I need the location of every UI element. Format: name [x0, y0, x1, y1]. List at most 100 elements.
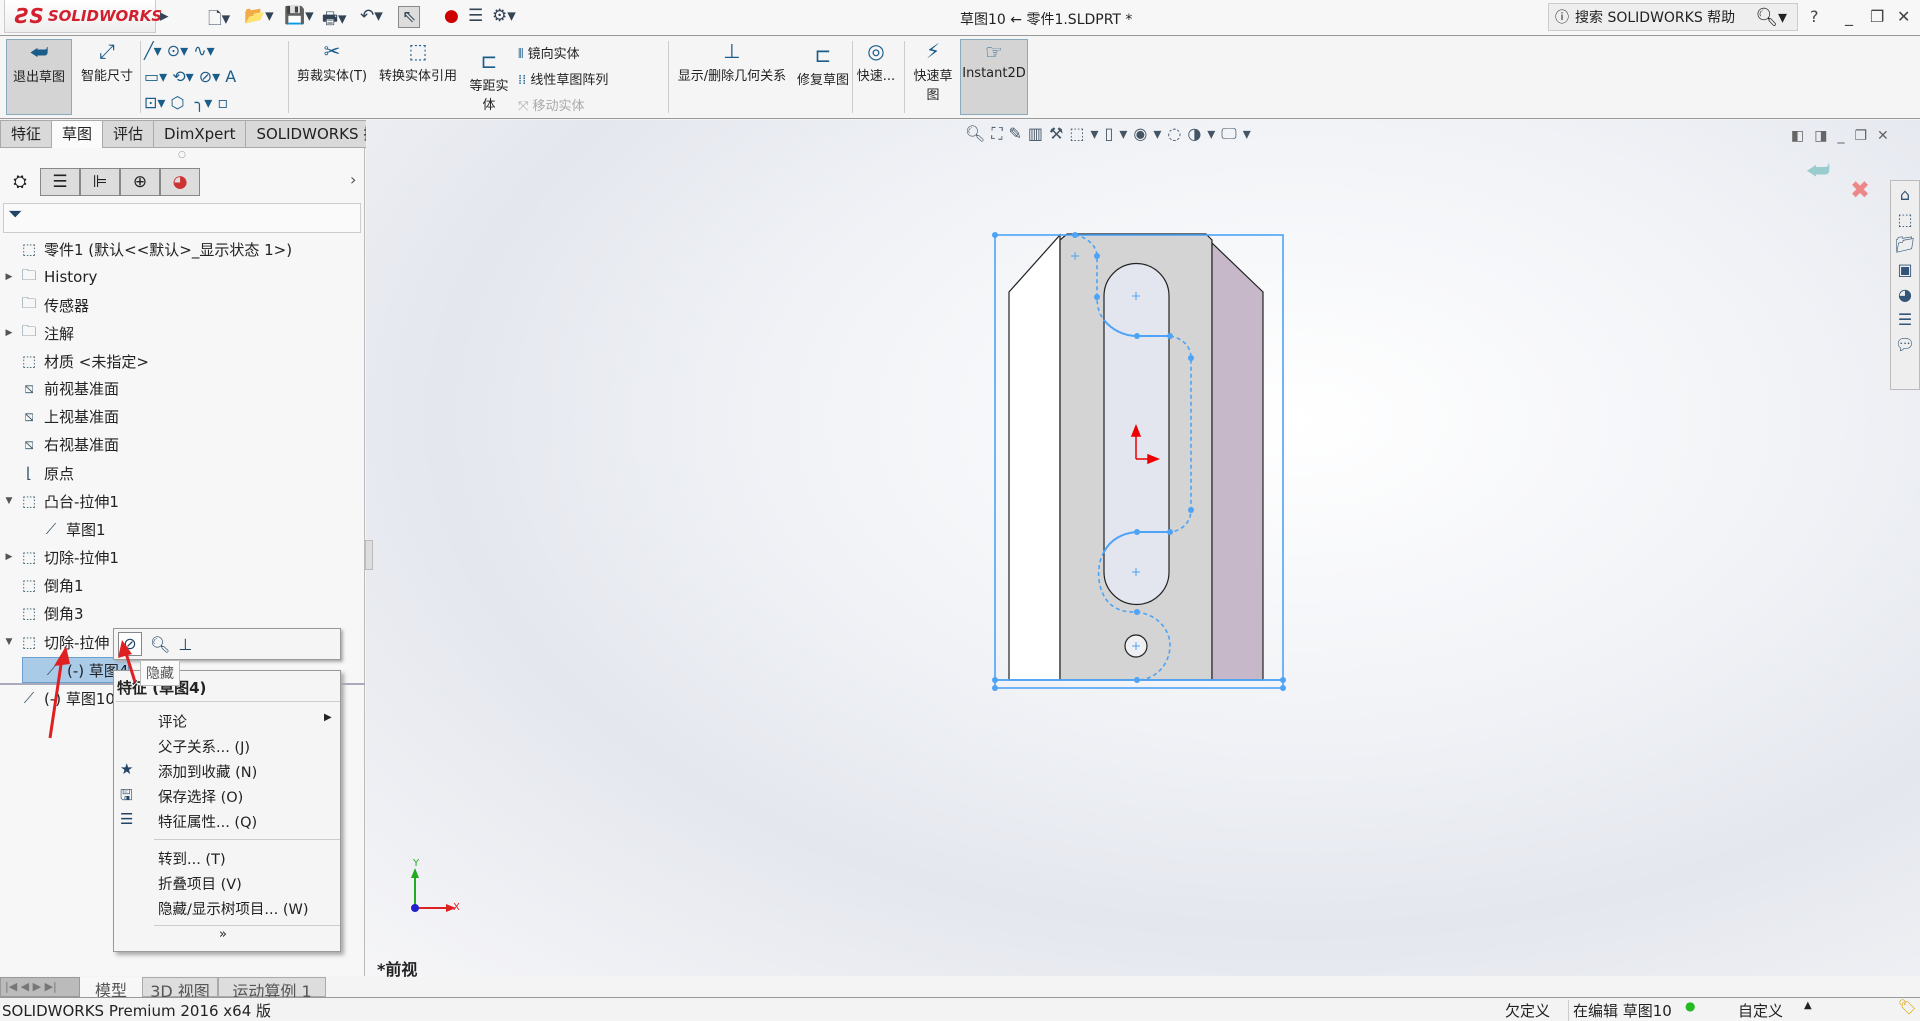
- instant2d-button[interactable]: ☞ Instant2D: [960, 39, 1028, 115]
- model-view[interactable]: [366, 120, 1920, 976]
- graphics-area[interactable]: Y X *前视 ◧◨_❐✕ ⮨ ✖: [366, 120, 1920, 979]
- display-manager-tab[interactable]: ◕: [160, 168, 200, 196]
- panel-collapse-handle[interactable]: [365, 540, 373, 570]
- tree-item[interactable]: ▼ ⬚ 凸台-拉伸1: [0, 488, 119, 514]
- expand-arrow-icon[interactable]: ▶: [0, 272, 18, 282]
- tree-item[interactable]: ⧅ 前视基准面: [0, 375, 119, 401]
- panel-expand-chevron-icon[interactable]: ›: [350, 170, 356, 189]
- display-relations-button[interactable]: ⊥ 显示/删除几何关系: [672, 39, 792, 84]
- tab-motion-study[interactable]: 运动算例 1: [218, 977, 326, 1001]
- tab-scroll-buttons[interactable]: |◀ ◀ ▶ ▶|: [0, 977, 80, 997]
- task-pane-tabs[interactable]: ⌂ ⬚ 📁︎ ▣ ◕ ☰ 💬︎: [1890, 180, 1920, 390]
- restore-button[interactable]: ❐: [1870, 7, 1884, 26]
- dimxpert-manager-tab[interactable]: ⊕: [120, 168, 160, 196]
- slot-icon[interactable]: ⊡▾ ⬡ ╮▾ ▫: [144, 93, 228, 112]
- context-menu-item[interactable]: 折叠项目 (V): [158, 873, 242, 894]
- tree-item[interactable]: ⧅ 右视基准面: [0, 431, 119, 457]
- context-menu-item[interactable]: 隐藏/显示树项目... (W): [158, 898, 308, 919]
- configuration-manager-tab[interactable]: ⊫: [80, 168, 120, 196]
- cut-extrude-icon: ⬚: [21, 548, 37, 566]
- rebuild-icon[interactable]: ●: [444, 6, 459, 26]
- line-icon[interactable]: ╱▾ ⊙▾ ∿▾: [144, 41, 215, 60]
- expand-arrow-icon[interactable]: ▶: [0, 328, 18, 338]
- minimize-button[interactable]: _: [1845, 7, 1853, 26]
- rapid-sketch-button[interactable]: ⚡ 快速草图: [908, 39, 958, 103]
- open-icon[interactable]: 📂▾: [244, 6, 274, 26]
- forum-icon[interactable]: 💬︎: [1895, 335, 1915, 354]
- panel-grip[interactable]: ○: [178, 150, 186, 160]
- expand-arrow-icon[interactable]: ▶: [0, 552, 18, 562]
- cancel-corner-icon[interactable]: ✖: [1850, 176, 1870, 204]
- context-menu-item[interactable]: 评论: [158, 711, 187, 732]
- tree-filter-input[interactable]: ⏷: [3, 203, 361, 233]
- appearances-icon[interactable]: ◕: [1898, 285, 1912, 304]
- move-entities-button[interactable]: ⤧ 移动实体: [518, 95, 585, 114]
- tree-item[interactable]: 🗀 传感器: [0, 292, 89, 318]
- more-items-chevron-icon[interactable]: »: [219, 927, 227, 942]
- options-icon[interactable]: ⚙▾: [492, 6, 516, 26]
- tree-item[interactable]: ⌊ 原点: [0, 460, 74, 486]
- tab-2[interactable]: 评估: [103, 120, 155, 148]
- tree-item[interactable]: ⬚ 倒角3: [0, 600, 84, 626]
- select-icon[interactable]: ⇖: [398, 6, 421, 28]
- file-properties-icon[interactable]: ☰: [468, 6, 483, 26]
- convert-entities-button[interactable]: ⬚ 转换实体引用: [374, 39, 462, 84]
- definition-status: 欠定义: [1505, 1002, 1551, 1020]
- tree-item[interactable]: ⬚ 材质 <未指定>: [0, 348, 149, 374]
- print-icon[interactable]: 🖶▾: [322, 6, 347, 35]
- file-explorer-icon[interactable]: 📁︎: [1895, 235, 1915, 254]
- feature-manager-tab[interactable]: ⛭: [0, 168, 40, 196]
- save-icon[interactable]: 💾▾: [284, 6, 314, 26]
- view-palette-icon[interactable]: ▣: [1897, 260, 1912, 279]
- repair-sketch-button[interactable]: ⊏ 修复草图: [796, 43, 850, 88]
- trim-entities-button[interactable]: ✂ 剪裁实体(T): [292, 39, 372, 84]
- context-menu-item[interactable]: 父子关系... (J): [158, 736, 250, 757]
- tab-0[interactable]: 特征: [0, 120, 53, 148]
- new-icon[interactable]: 🗋▾: [208, 6, 230, 35]
- heads-up-toolbar[interactable]: 🔍︎⛶✎▥⚒⬚▾▯▾◉▾◌◑▾🖵▾: [965, 124, 1257, 144]
- close-button[interactable]: ✕: [1897, 7, 1910, 26]
- home-icon[interactable]: ⌂: [1900, 185, 1910, 204]
- units-dropdown-icon[interactable]: ▲: [1804, 1000, 1812, 1011]
- help-search-input[interactable]: ⓘ 搜索 SOLIDWORKS 帮助 🔍︎▾: [1548, 3, 1798, 31]
- viewport-window-controls[interactable]: ◧◨_❐✕: [1791, 128, 1899, 144]
- mirror-button[interactable]: ⫴ 镜向实体: [518, 43, 580, 62]
- exit-sketch-button[interactable]: ⮨ 退出草图: [6, 39, 72, 115]
- context-menu-item[interactable]: 特征属性... (Q): [158, 811, 257, 832]
- quick-snaps-button[interactable]: ◎ 快速...: [856, 39, 896, 84]
- tag-icon[interactable]: 🏷︎: [1898, 998, 1917, 1016]
- units-selector[interactable]: 自定义: [1738, 1000, 1783, 1021]
- smart-dimension-button[interactable]: ⤢ 智能尺寸: [74, 39, 140, 84]
- tab-3d-view[interactable]: 3D 视图: [142, 977, 218, 1001]
- tree-item[interactable]: ⬚ 零件1 (默认<<默认>_显示状态 1>): [0, 236, 292, 262]
- zoom-to-selection-icon[interactable]: 🔍︎: [150, 635, 170, 654]
- expand-arrow-icon[interactable]: ▼: [0, 496, 18, 506]
- property-manager-tab[interactable]: ☰: [40, 168, 80, 196]
- solidworks-logo[interactable]: ƧS SOLIDWORKS: [4, 0, 162, 33]
- tree-item[interactable]: ▶ 🗀 注解: [0, 320, 74, 346]
- tree-item[interactable]: ⬚ 倒角1: [0, 572, 84, 598]
- tab-model[interactable]: 模型: [80, 977, 142, 1000]
- expand-arrow-icon[interactable]: ▼: [0, 637, 18, 647]
- help-menu-button[interactable]: ?: [1810, 7, 1819, 26]
- save-selection-icon: 🖫: [120, 786, 133, 804]
- tree-item[interactable]: ▶ ⬚ 切除-拉伸1: [0, 544, 119, 570]
- confirm-corner-icon[interactable]: ⮨: [1806, 156, 1830, 187]
- menu-expand-icon[interactable]: ▸: [160, 6, 169, 26]
- context-menu-item[interactable]: 转到... (T): [158, 848, 226, 869]
- tree-item[interactable]: ⧅ 上视基准面: [0, 403, 119, 429]
- context-menu-item[interactable]: 添加到收藏 (N): [158, 761, 257, 782]
- tab-1[interactable]: 草图: [52, 120, 104, 148]
- rectangle-icon[interactable]: ▭▾ ⟲▾ ⊘▾ A: [144, 67, 236, 86]
- linear-pattern-button[interactable]: ⁞⁞ 线性草图阵列: [518, 69, 608, 88]
- tab-3[interactable]: DimXpert: [154, 120, 247, 148]
- undo-icon[interactable]: ↶▾: [360, 6, 383, 26]
- normal-to-icon[interactable]: ⊥: [178, 635, 192, 654]
- resources-icon[interactable]: ⬚: [1897, 210, 1912, 229]
- context-menu-item[interactable]: 保存选择 (O): [158, 786, 243, 807]
- custom-properties-icon[interactable]: ☰: [1898, 310, 1912, 329]
- offset-entities-button[interactable]: ⊏ 等距实体: [466, 49, 512, 113]
- tree-item[interactable]: ▶ 🗀 History: [0, 264, 98, 290]
- tree-item[interactable]: ⟋ 草图1: [22, 516, 106, 542]
- search-icon[interactable]: 🔍︎▾: [1755, 7, 1787, 28]
